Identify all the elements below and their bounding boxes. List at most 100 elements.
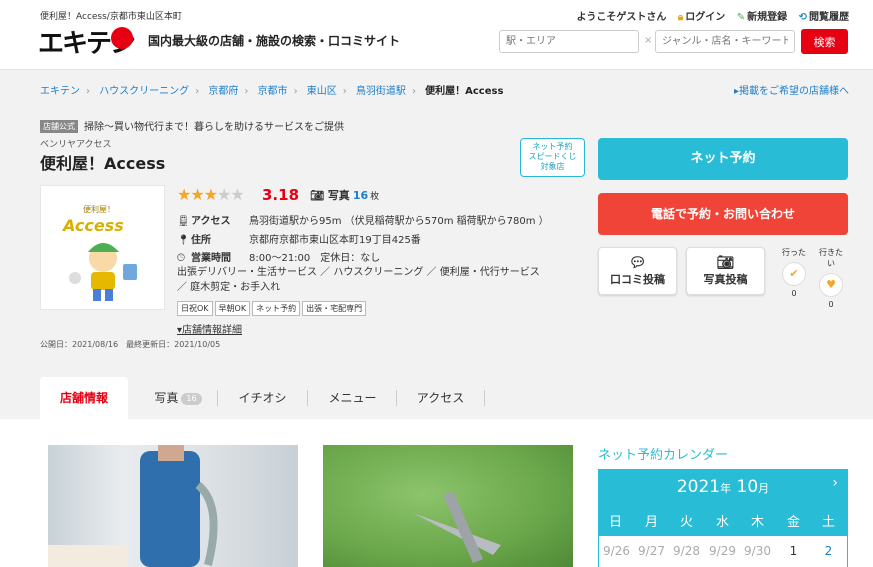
shop-detail-link[interactable]: ▾店舗情報詳細 xyxy=(177,321,242,336)
star-filled-icon: ★ xyxy=(177,185,191,204)
calendar-day: 9/29 xyxy=(709,544,736,558)
site-subtitle: 便利屋！Access/京都市東山区本町 xyxy=(40,12,182,22)
garden-photo[interactable] xyxy=(323,445,573,567)
site-header: 便利屋！Access/京都市東山区本町 エキテン 国内最大級の店舗・施設の検索・… xyxy=(0,0,873,70)
calendar-day[interactable]: 2 xyxy=(811,544,846,558)
lock-icon: 🔒︎ xyxy=(677,12,684,23)
speed-lottery-badge[interactable]: ネット予約 スピードくじ 対象店 xyxy=(520,138,585,177)
calendar-month-label: 2021年 10月 xyxy=(676,477,770,497)
feature-tags: 日祝OK 早朝OK ネット予約 出張・宅配専門 xyxy=(177,300,368,316)
mascot-illustration xyxy=(69,243,137,301)
net-reserve-button[interactable]: ネット予約 xyxy=(598,138,848,180)
star-filled-icon: ★ xyxy=(190,185,204,204)
went-toggle[interactable]: 行った ✔ 0 xyxy=(779,247,809,298)
feature-tag: ネット予約 xyxy=(252,301,301,316)
calendar-week-row: 9/26 9/27 9/28 9/29 9/30 1 2 xyxy=(599,536,847,567)
breadcrumb-item[interactable]: 東山区 xyxy=(307,86,337,97)
breadcrumb-current: 便利屋！Access xyxy=(425,86,504,97)
feature-tag: 日祝OK xyxy=(177,301,213,316)
shop-name: 便利屋！Access xyxy=(40,154,166,173)
review-post-button[interactable]: 💬︎ 口コミ投稿 xyxy=(598,247,677,295)
publish-dates: 公開日：2021/08/16 最終更新日：2021/10/05 xyxy=(40,340,221,349)
times-icon: × xyxy=(644,35,653,46)
shop-main-photo[interactable]: 便利屋！ Access xyxy=(40,185,165,310)
history-icon: ⟲ xyxy=(798,12,807,23)
star-empty-icon: ★ xyxy=(217,185,231,204)
tab-access[interactable]: アクセス xyxy=(408,377,473,419)
logo-dot-icon xyxy=(111,27,133,49)
calendar-next-icon[interactable]: › xyxy=(832,475,838,491)
hours-value: 8:00～21:00 定休日：なし xyxy=(249,253,381,264)
camera-icon: 📷︎ xyxy=(310,189,324,202)
tab-divider xyxy=(484,390,485,406)
register-link[interactable]: ✎ 新規登録 xyxy=(737,12,787,23)
reservation-calendar: 2021年 10月 › 日 月 火 水 木 金 土 9/26 9/27 9/28… xyxy=(598,469,848,567)
weekday-label: 火 xyxy=(679,515,693,530)
breadcrumb-item[interactable]: ハウスクリーニング xyxy=(99,86,189,97)
vacuum-worker-illustration xyxy=(48,445,218,567)
tab-divider xyxy=(217,390,218,406)
calendar-day[interactable]: 1 xyxy=(776,544,811,558)
category-links[interactable]: 出張デリバリー・生活サービス ／ ハウスクリーニング ／ 便利屋・代行サービス … xyxy=(177,265,552,295)
tel-reserve-button[interactable]: 電話で予約・お問い合わせ xyxy=(598,193,848,235)
feature-tag: 早朝OK xyxy=(214,301,251,316)
star-filled-icon: ★ xyxy=(203,185,218,204)
calendar-day: 9/27 xyxy=(638,544,665,558)
chevron-right-icon: › xyxy=(342,86,347,97)
speech-bubble-icon: 💬︎ xyxy=(628,255,647,271)
weekday-label: 月 xyxy=(644,515,658,530)
tab-photo-count: 16 xyxy=(181,392,202,405)
area-search-input[interactable] xyxy=(499,30,639,53)
cleaning-photo[interactable] xyxy=(48,445,298,567)
breadcrumb-item[interactable]: 鳥羽街道駅 xyxy=(356,86,406,97)
weekday-label: 木 xyxy=(750,515,764,530)
calendar-title: ネット予約カレンダー xyxy=(598,448,729,463)
keyword-search-input[interactable] xyxy=(655,30,795,53)
chevron-right-icon: › xyxy=(195,86,200,97)
access-row: 🚆︎アクセス 鳥羽街道駅から95m （伏見稲荷駅から570m 稲荷駅から780m … xyxy=(177,216,549,227)
pen-icon: ✎ xyxy=(736,12,746,23)
feature-tag: 出張・宅配専門 xyxy=(302,301,367,316)
listing-request-link[interactable]: ▸掲載をご希望の店舗様へ xyxy=(734,82,849,97)
chevron-right-icon: › xyxy=(411,86,416,97)
tab-divider xyxy=(307,390,308,406)
tab-photos[interactable]: 写真 16 xyxy=(148,377,208,419)
calendar-day: 9/26 xyxy=(603,544,630,558)
history-link[interactable]: ⟲ 閲覧履歴 xyxy=(799,12,849,23)
photo-post-button[interactable]: 📷︎ 写真投稿 xyxy=(686,247,765,295)
access-value: 鳥羽街道駅から95m （伏見稲荷駅から570m 稲荷駅から780m ） xyxy=(249,216,549,227)
want-toggle[interactable]: 行きたい ♥ 0 xyxy=(816,247,846,309)
breadcrumb-item[interactable]: エキテン xyxy=(40,86,80,97)
pruning-shears-illustration xyxy=(413,491,501,563)
tab-shop-info[interactable]: 店舗情報 xyxy=(40,377,128,419)
weekday-label: 土 xyxy=(821,515,835,530)
rating-stars: ★★★★★ xyxy=(177,185,245,204)
hours-row: 🕒︎ 営業時間 8:00～21:00 定休日：なし xyxy=(177,253,381,264)
photo-count[interactable]: 📷︎ 写真 16 枚 xyxy=(310,187,379,203)
want-count: 0 xyxy=(828,300,834,309)
breadcrumb-item[interactable]: 京都市 xyxy=(258,86,288,97)
went-count: 0 xyxy=(791,289,797,298)
weekday-label: 金 xyxy=(786,515,800,530)
breadcrumb: エキテン › ハウスクリーニング › 京都府 › 京都市 › 東山区 › 鳥羽街道駅 › 便… xyxy=(40,82,503,97)
breadcrumb-item[interactable]: 京都府 xyxy=(208,86,238,97)
tab-menu[interactable]: メニュー xyxy=(320,377,385,419)
chevron-right-icon: › xyxy=(293,86,298,97)
tab-divider xyxy=(396,390,397,406)
rating-score: 3.18 xyxy=(262,186,300,204)
header-links: ようこそゲストさん 🔒︎ ログイン ✎ 新規登録 ⟲ 閲覧履歴 xyxy=(568,8,849,23)
site-tagline: 国内最大級の店舗・施設の検索・口コミサイト xyxy=(148,34,401,48)
calendar-day: 9/28 xyxy=(673,544,700,558)
check-icon[interactable]: ✔ xyxy=(782,262,806,286)
search-button[interactable]: 検索 xyxy=(801,29,848,54)
welcome-text: ようこそゲストさん xyxy=(576,12,667,23)
tab-recommend[interactable]: イチオシ xyxy=(230,377,295,419)
train-icon: 🚆︎ xyxy=(177,216,190,227)
map-pin-icon: 📍︎ xyxy=(177,235,190,246)
heart-icon[interactable]: ♥ xyxy=(819,273,843,297)
chevron-right-icon: › xyxy=(86,86,90,97)
address-value: 京都府京都市東山区本町19丁目425番 xyxy=(249,235,421,246)
address-row: 📍︎住所 京都府京都市東山区本町19丁目425番 xyxy=(177,235,421,246)
login-link[interactable]: 🔒︎ ログイン xyxy=(678,12,725,23)
star-empty-icon: ★ xyxy=(230,185,244,204)
